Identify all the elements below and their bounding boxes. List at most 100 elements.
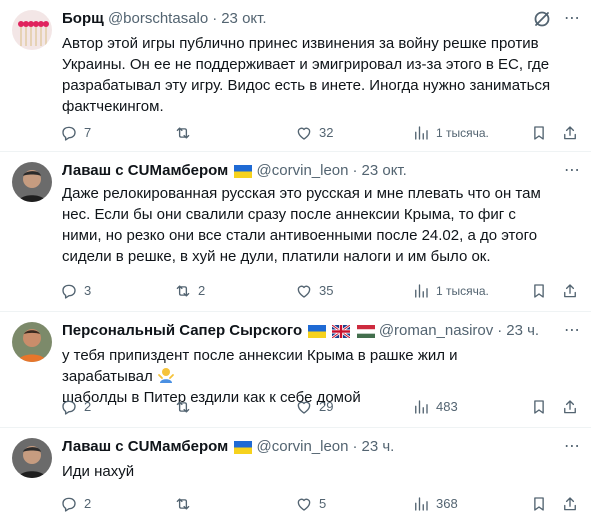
person-dark-avatar-icon bbox=[12, 162, 52, 202]
timestamp[interactable]: 23 окт. bbox=[221, 10, 266, 27]
reply-count: 7 bbox=[84, 125, 92, 140]
tweet-text-paragraph: Иди нахуй bbox=[62, 463, 135, 480]
share-button[interactable] bbox=[561, 493, 579, 515]
author-name[interactable]: Лаваш с CUМамбером bbox=[62, 162, 228, 179]
tweet-text-paragraph: Автор этой игры публично принес извинени… bbox=[62, 35, 551, 115]
bookmark-button[interactable] bbox=[530, 493, 548, 515]
action-bar: 7 32 1 тысяча. bbox=[58, 122, 588, 144]
reply-count: 2 bbox=[84, 496, 92, 511]
action-bar: 2 29 483 bbox=[58, 396, 588, 418]
uk-flag-icon bbox=[332, 325, 351, 338]
reply-button[interactable]: 7 bbox=[60, 122, 91, 144]
author-handle[interactable]: @roman_nasirov bbox=[379, 322, 493, 339]
timestamp[interactable]: 23 окт. bbox=[362, 162, 407, 179]
separator-dot: · bbox=[352, 162, 358, 179]
avatar[interactable] bbox=[12, 438, 52, 478]
avatar[interactable] bbox=[12, 162, 52, 202]
reply-thread: Борщ @borschtasalo · 23 окт. ⋯ Автор этой … bbox=[0, 0, 591, 522]
reply-button[interactable]: 2 bbox=[60, 493, 91, 515]
like-button[interactable]: 5 bbox=[295, 493, 326, 515]
repost-icon bbox=[176, 285, 190, 297]
heart-icon bbox=[297, 127, 311, 140]
separator-dot: · bbox=[497, 322, 503, 339]
avatar[interactable] bbox=[12, 322, 52, 362]
bookmark-icon bbox=[534, 284, 544, 298]
tweet-text-paragraph: у тебя припиздент после аннексии Крыма в… bbox=[62, 345, 551, 387]
timestamp[interactable]: 23 ч. bbox=[506, 322, 539, 339]
bookmark-icon bbox=[534, 126, 544, 140]
bookmark-button[interactable] bbox=[530, 280, 548, 302]
views-count: 483 bbox=[436, 399, 458, 414]
person-shrugging-emoji-icon bbox=[157, 368, 174, 383]
tweet-text: Автор этой игры публично принес извинени… bbox=[62, 33, 551, 117]
share-button[interactable] bbox=[561, 396, 579, 418]
views-count: 1 тысяча. bbox=[436, 284, 489, 298]
like-count: 5 bbox=[319, 496, 327, 511]
views-button[interactable]: 1 тысяча. bbox=[412, 280, 489, 302]
separator-dot: · bbox=[352, 438, 358, 455]
repost-button[interactable] bbox=[174, 396, 198, 418]
more-icon[interactable]: ⋯ bbox=[561, 160, 583, 182]
action-bar: 2 5 368 bbox=[58, 493, 588, 515]
reply-count: 2 bbox=[84, 399, 92, 414]
repost-count: 2 bbox=[198, 283, 206, 298]
reply-icon bbox=[62, 400, 76, 415]
share-icon bbox=[564, 400, 576, 414]
grok-icon[interactable] bbox=[531, 8, 553, 30]
author-name[interactable]: Борщ bbox=[62, 10, 104, 27]
ukraine-flag-icon bbox=[234, 165, 253, 178]
like-button[interactable]: 32 bbox=[295, 122, 333, 144]
heart-icon bbox=[297, 498, 311, 511]
repost-icon bbox=[176, 498, 190, 510]
separator-dot: · bbox=[212, 10, 218, 27]
views-button[interactable]: 368 bbox=[412, 493, 458, 515]
views-count: 1 тысяча. bbox=[436, 126, 489, 140]
matches-avatar-icon bbox=[12, 10, 52, 50]
views-icon bbox=[415, 400, 428, 414]
tweet[interactable]: Лаваш с CUМамбером @corvin_leon · 23 ч. ⋯ … bbox=[0, 428, 591, 522]
share-icon bbox=[564, 497, 576, 511]
repost-icon bbox=[176, 127, 190, 139]
hungary-flag-icon bbox=[356, 325, 375, 338]
author-name[interactable]: Лаваш с CUМамбером bbox=[62, 438, 228, 455]
author-name[interactable]: Персональный Сапер Сырского bbox=[62, 322, 302, 339]
views-count: 368 bbox=[436, 496, 458, 511]
share-icon bbox=[564, 284, 576, 298]
reply-button[interactable]: 3 bbox=[60, 280, 91, 302]
bookmark-button[interactable] bbox=[530, 122, 548, 144]
share-icon bbox=[564, 126, 576, 140]
author-handle[interactable]: @corvin_leon bbox=[257, 438, 349, 455]
like-button[interactable]: 35 bbox=[295, 280, 333, 302]
reply-icon bbox=[62, 497, 76, 512]
views-icon bbox=[415, 126, 428, 140]
more-icon[interactable]: ⋯ bbox=[561, 320, 583, 342]
views-button[interactable]: 483 bbox=[412, 396, 458, 418]
more-icon[interactable]: ⋯ bbox=[561, 8, 583, 30]
repost-button[interactable] bbox=[174, 122, 198, 144]
bookmark-icon bbox=[534, 497, 544, 511]
reply-button[interactable]: 2 bbox=[60, 396, 91, 418]
reply-icon bbox=[62, 126, 76, 141]
avatar[interactable] bbox=[12, 10, 52, 50]
bookmark-button[interactable] bbox=[530, 396, 548, 418]
views-button[interactable]: 1 тысяча. bbox=[412, 122, 489, 144]
tweet[interactable]: Лаваш с CUМамбером @corvin_leon · 23 окт. … bbox=[0, 152, 591, 312]
person-dark-avatar-icon bbox=[12, 438, 52, 478]
author-handle[interactable]: @borschtasalo bbox=[108, 10, 208, 27]
more-icon[interactable]: ⋯ bbox=[561, 436, 583, 458]
like-count: 29 bbox=[319, 399, 334, 414]
tweet[interactable]: Персональный Сапер Сырского @roman_nasir… bbox=[0, 312, 591, 428]
repost-button[interactable] bbox=[174, 493, 198, 515]
author-handle[interactable]: @corvin_leon bbox=[257, 162, 349, 179]
share-button[interactable] bbox=[561, 122, 579, 144]
tweet-text: Иди нахуй bbox=[62, 461, 551, 482]
tweet[interactable]: Борщ @borschtasalo · 23 окт. ⋯ Автор этой … bbox=[0, 0, 591, 152]
share-button[interactable] bbox=[561, 280, 579, 302]
tweet-text-line: у тебя припиздент после аннексии Крыма в… bbox=[62, 347, 458, 385]
like-button[interactable]: 29 bbox=[295, 396, 333, 418]
reply-count: 3 bbox=[84, 283, 92, 298]
timestamp[interactable]: 23 ч. bbox=[362, 438, 395, 455]
repost-button[interactable]: 2 bbox=[174, 280, 205, 302]
reply-icon bbox=[62, 284, 76, 299]
like-count: 32 bbox=[319, 125, 334, 140]
